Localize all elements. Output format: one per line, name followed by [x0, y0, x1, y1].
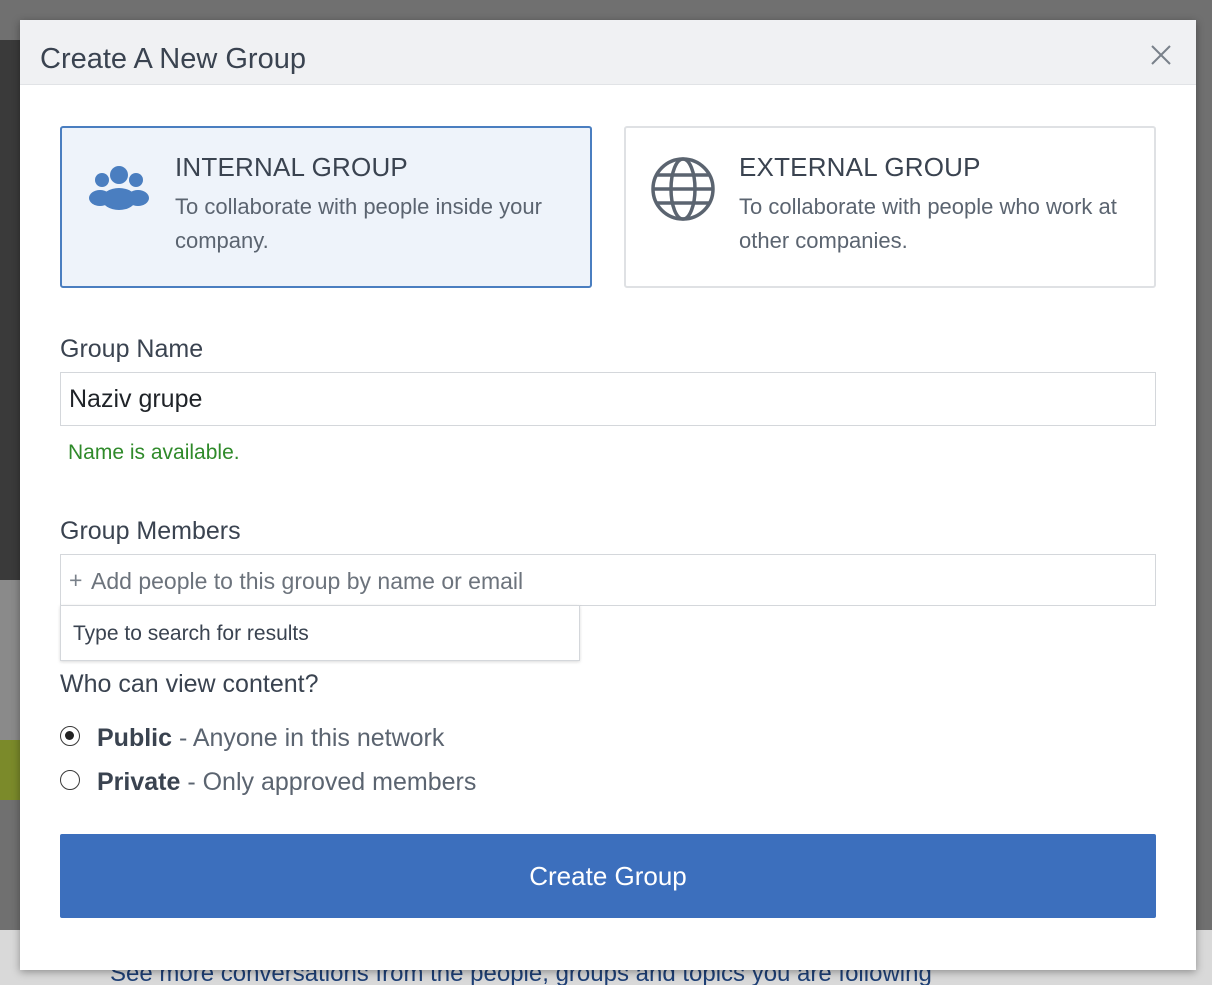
modal-title: Create A New Group [40, 43, 306, 75]
member-suggestions-dropdown: Type to search for results [60, 605, 580, 661]
close-icon [1151, 45, 1171, 65]
group-members-input[interactable]: + Add people to this group by name or em… [60, 554, 1156, 606]
create-group-modal: Create A New Group INTERNAL GROUP To col… [20, 20, 1196, 970]
radio-selected-dot [65, 731, 74, 740]
name-availability-status: Name is available. [68, 441, 240, 464]
globe-icon [650, 156, 716, 222]
background-accent-edge [0, 740, 20, 800]
modal-header: Create A New Group [20, 20, 1196, 85]
create-group-button[interactable]: Create Group [60, 834, 1156, 918]
add-icon: + [69, 567, 83, 593]
group-name-input[interactable] [60, 372, 1156, 426]
suggestions-hint: Type to search for results [73, 622, 309, 645]
visibility-label: Who can view content? [60, 670, 319, 698]
visibility-public-description: - Anyone in this network [172, 724, 445, 752]
radio-button[interactable] [60, 770, 80, 790]
group-members-label: Group Members [60, 517, 241, 545]
visibility-private-description: - Only approved members [180, 768, 477, 796]
background-panel-edge [0, 580, 20, 740]
visibility-private-text: Private - Only approved members [97, 766, 476, 798]
visibility-private-name: Private [97, 768, 181, 796]
close-button[interactable] [1148, 42, 1174, 68]
external-group-option[interactable]: EXTERNAL GROUP To collaborate with peopl… [624, 126, 1156, 288]
radio-button[interactable] [60, 726, 80, 746]
internal-group-description: To collaborate with people inside your c… [175, 194, 542, 253]
group-name-label: Group Name [60, 335, 204, 363]
external-group-title: EXTERNAL GROUP [739, 152, 981, 182]
visibility-public-text: Public - Anyone in this network [97, 722, 444, 754]
internal-group-title: INTERNAL GROUP [175, 152, 408, 182]
internal-group-option[interactable]: INTERNAL GROUP To collaborate with peopl… [60, 126, 592, 288]
background-image-edge [0, 40, 20, 580]
group-members-placeholder: Add people to this group by name or emai… [91, 568, 524, 594]
visibility-public-name: Public [97, 724, 173, 752]
people-icon [86, 156, 152, 222]
external-group-description: To collaborate with people who work at o… [739, 194, 1117, 253]
